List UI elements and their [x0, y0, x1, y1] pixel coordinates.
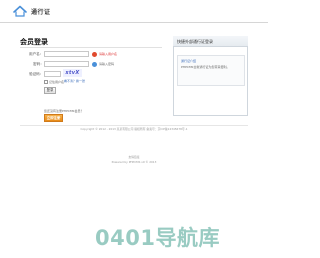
- register-button[interactable]: 立即注册: [44, 114, 63, 122]
- captcha-image[interactable]: xtvX: [63, 69, 82, 77]
- captcha-refresh-link[interactable]: 看不清？换一张: [64, 79, 85, 83]
- watermark-logo: 0401导航库: [95, 226, 220, 250]
- register-prompt: 您还没有注册PHPCMS会员？: [44, 109, 84, 113]
- remember-label: 记住用户名: [49, 80, 65, 84]
- error-icon: [92, 52, 97, 57]
- login-button[interactable]: 登录: [44, 87, 56, 94]
- footer-links[interactable]: 友情链接: [0, 155, 268, 159]
- panel-line2: PHPCMS全新通行证为您带来便利。: [181, 65, 230, 69]
- password-hint: 请输入密码: [99, 62, 115, 66]
- footer-divider: [20, 125, 248, 126]
- password-input[interactable]: [44, 61, 89, 67]
- powered-by: Powered by PHPCMS v9 © 2013: [111, 160, 157, 164]
- username-input[interactable]: [44, 51, 89, 57]
- panel-title: 快捷外部通行证登录: [177, 39, 213, 44]
- username-label: 用户名：: [29, 52, 44, 56]
- title-divider: [20, 47, 162, 48]
- captcha-input[interactable]: [44, 71, 61, 77]
- login-title: 会员登录: [20, 38, 48, 46]
- home-icon[interactable]: [13, 5, 27, 17]
- copyright-text: Copyright © 2012 - 2013 某某有限公司 版权所有 备案号：…: [80, 127, 188, 131]
- captcha-label: 验证码：: [29, 72, 44, 76]
- username-hint: 请输入用户名: [99, 52, 118, 56]
- panel-line1[interactable]: 通行证介绍: [181, 59, 196, 63]
- info-icon: [92, 62, 97, 67]
- password-label: 密码：: [33, 62, 44, 66]
- site-name: 通行证: [31, 9, 51, 16]
- remember-checkbox[interactable]: [44, 80, 48, 84]
